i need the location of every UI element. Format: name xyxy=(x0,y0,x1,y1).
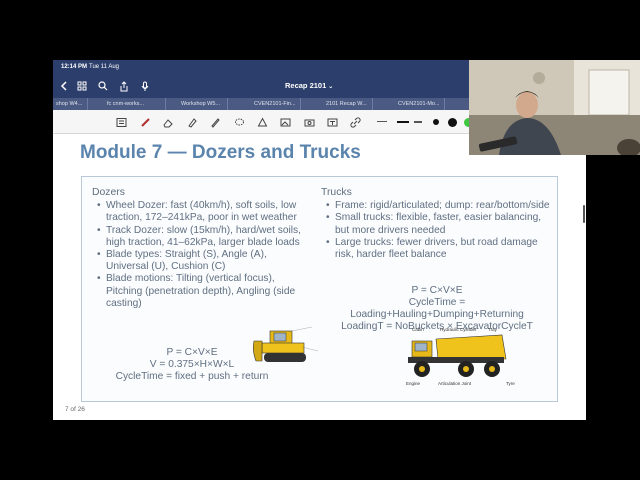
tab-label: Workshop W5... xyxy=(181,101,221,107)
scrollbar-handle[interactable] xyxy=(583,205,585,223)
list-item: Large trucks: fewer drivers, but road da… xyxy=(321,237,551,261)
camera-icon[interactable] xyxy=(303,116,315,128)
tab-label: CVEN2101-Fin... xyxy=(254,101,296,107)
tab-item[interactable]: Workshop W5... xyxy=(178,98,228,110)
microphone-icon[interactable] xyxy=(138,79,152,93)
formula-line: CycleTime = Loading+Hauling+Dumping+Retu… xyxy=(350,297,524,320)
search-icon[interactable] xyxy=(96,79,110,93)
pencil-icon[interactable] xyxy=(209,116,221,128)
diagram-label: Engine xyxy=(406,381,421,386)
list-item: Blade motions: Tilting (vertical focus),… xyxy=(92,273,312,310)
slide-title: Module 7 — Dozers and Trucks xyxy=(80,142,361,163)
dozer-diagram-image xyxy=(253,326,319,362)
link-icon[interactable] xyxy=(349,116,361,128)
thin-stroke-option[interactable] xyxy=(377,121,387,122)
highlighter-icon[interactable] xyxy=(186,116,198,128)
tab-item[interactable]: shop W4... xyxy=(53,98,88,110)
slide-content-box: Dozers Wheel Dozer: fast (40km/h), soft … xyxy=(81,176,558,402)
list-item: Wheel Dozer: fast (40km/h), soft soils, … xyxy=(92,200,312,224)
tab-label: fc cnm-works... xyxy=(107,101,144,107)
slide: Module 7 — Dozers and Trucks Dozers Whee… xyxy=(79,134,560,420)
dozers-column: Dozers Wheel Dozer: fast (40km/h), soft … xyxy=(92,187,312,310)
diagram-label: Tray xyxy=(488,327,498,332)
document-title[interactable]: Recap 2101 ⌄ xyxy=(285,81,333,90)
diagram-label: Cabin xyxy=(412,327,424,332)
tab-label: 2101 Recap W... xyxy=(326,101,367,107)
tab-item[interactable]: 2101 Recap W... xyxy=(323,98,373,110)
thick-stroke-option[interactable] xyxy=(414,121,422,123)
color-swatch-black[interactable] xyxy=(448,118,457,127)
webcam-video-feed xyxy=(469,60,640,155)
list-item: Track Dozer: slow (15km/h), hard/wet soi… xyxy=(92,225,312,249)
list-item: Blade types: Straight (S), Angle (A), Un… xyxy=(92,249,312,273)
trucks-heading: Trucks xyxy=(321,187,352,198)
trucks-column: Trucks Frame: rigid/articulated; dump: r… xyxy=(321,187,551,261)
diagram-label: Articulation Joint xyxy=(438,381,472,386)
text-icon[interactable] xyxy=(326,116,338,128)
chevron-down-icon: ⌄ xyxy=(328,84,334,90)
color-swatch-black-small[interactable] xyxy=(433,119,439,125)
diagram-label: Hydraulic Cylinder xyxy=(440,327,477,332)
tab-item[interactable]: fc cnm-works... xyxy=(104,98,166,110)
list-item: Frame: rigid/articulated; dump: rear/bot… xyxy=(321,200,551,212)
dozers-heading: Dozers xyxy=(92,187,125,198)
read-mode-icon[interactable] xyxy=(115,116,127,128)
share-icon[interactable] xyxy=(117,79,131,93)
grid-icon[interactable] xyxy=(75,79,89,93)
tab-item[interactable]: CVEN2101-Mo... xyxy=(395,98,445,110)
diagram-label: Tyre xyxy=(506,381,515,386)
shapes-icon[interactable] xyxy=(256,116,268,128)
dozers-bullet-list: Wheel Dozer: fast (40km/h), soft soils, … xyxy=(92,200,312,310)
truck-diagram-image: Cabin Hydraulic Cylinder Tray Engine Art… xyxy=(406,327,515,386)
medium-stroke-option[interactable] xyxy=(397,121,409,123)
image-icon[interactable] xyxy=(279,116,291,128)
document-title-text: Recap 2101 xyxy=(285,81,327,90)
formula-line: P = C×V×E xyxy=(411,285,463,296)
back-chevron-icon[interactable] xyxy=(57,79,71,93)
list-item: Small trucks: flexible, faster, easier b… xyxy=(321,212,551,236)
tab-item[interactable]: CVEN2101-Fin... xyxy=(251,98,301,110)
status-date: Tue 11 Aug xyxy=(89,64,120,70)
tab-label: CVEN2101-Mo... xyxy=(398,101,440,107)
eraser-icon[interactable] xyxy=(162,116,174,128)
lasso-icon[interactable] xyxy=(233,116,245,128)
pen-icon[interactable] xyxy=(139,116,151,128)
page-indicator: 7 of 26 xyxy=(65,406,85,413)
status-time: 12:14 PM xyxy=(61,64,88,70)
formula-line: CycleTime = fixed + push + return xyxy=(115,371,269,382)
tab-label: shop W4... xyxy=(56,101,83,107)
trucks-bullet-list: Frame: rigid/articulated; dump: rear/bot… xyxy=(321,200,551,261)
